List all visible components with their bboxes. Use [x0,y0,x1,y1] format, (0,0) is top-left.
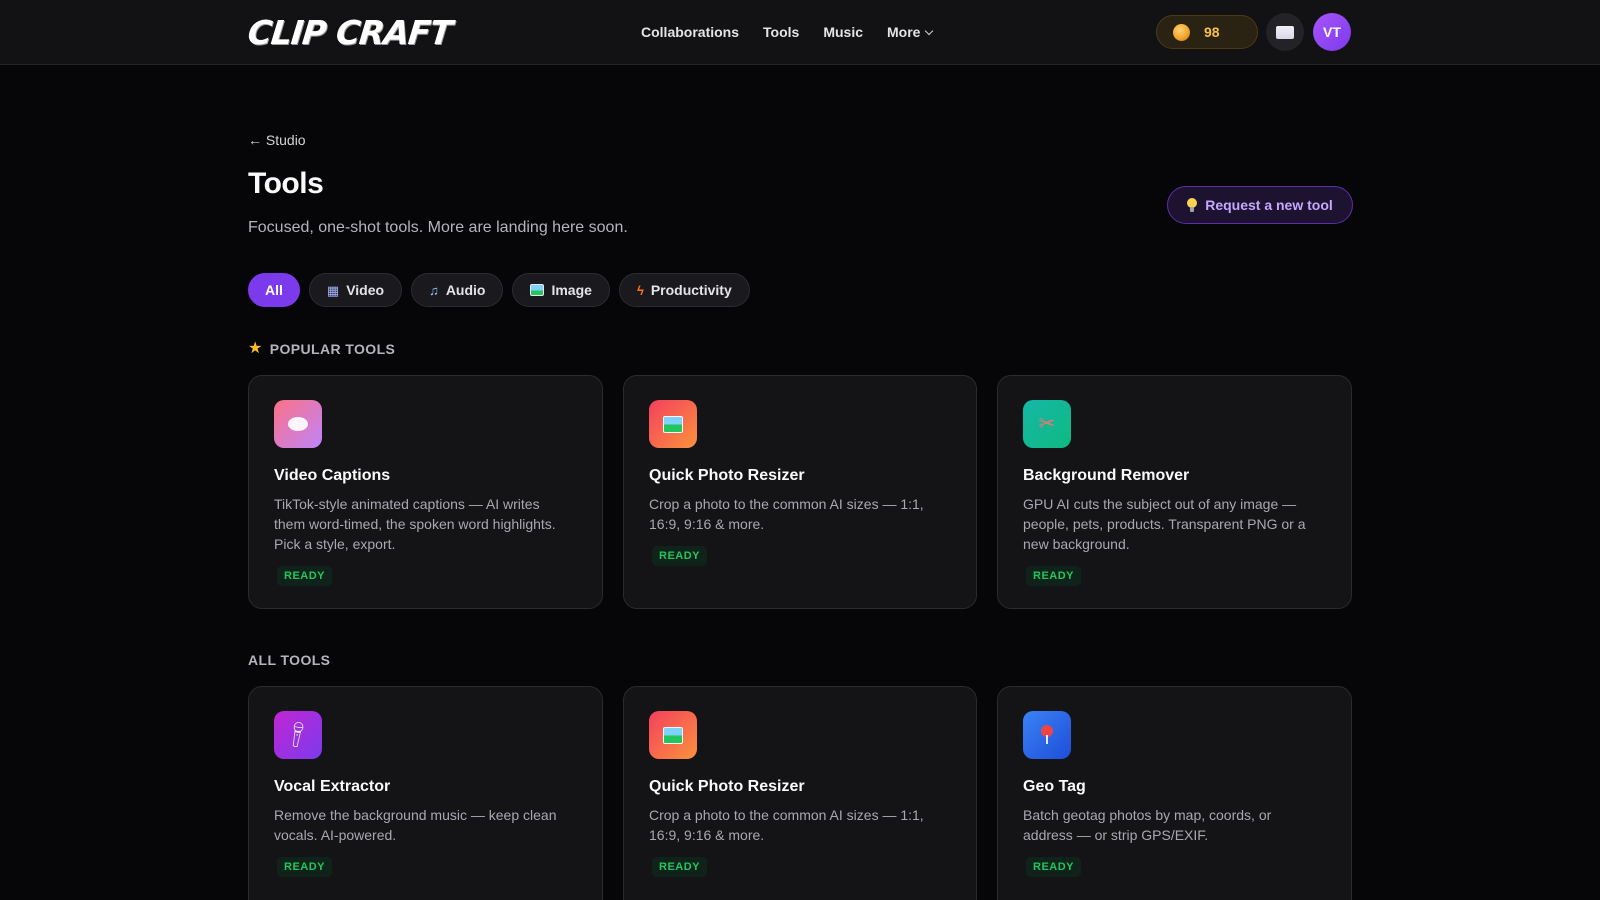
speech-bubble-icon [274,400,322,448]
tool-description: TikTok-style animated captions — AI writ… [274,496,556,552]
tool-card-geo-tag[interactable]: Geo Tag Batch geotag photos by map, coor… [997,686,1352,900]
main-nav: Collaborations Tools Music More [641,0,934,64]
all-tools-grid: 🎤︎ Vocal Extractor Remove the background… [248,686,1353,900]
top-navigation-bar: CLIP CRAFT Collaborations Tools Music Mo… [0,0,1600,65]
page-title: Tools [248,167,324,200]
status-badge: READY [652,857,708,877]
filter-audio-label: Audio [445,282,486,298]
music-note-icon: ♫ [429,282,439,298]
tool-title: Quick Photo Resizer [649,467,805,484]
photo-icon [649,711,697,759]
tool-title: Quick Photo Resizer [649,778,805,795]
map-pin-glyph [1040,725,1054,745]
filter-image[interactable]: Image [512,273,610,307]
popular-tools-title: POPULAR TOOLS [269,341,396,357]
tool-description: Remove the background music — keep clean… [274,807,557,843]
coin-count: 98 [1204,24,1220,40]
nav-tools[interactable]: Tools [763,24,799,40]
filter-productivity[interactable]: ϟ Productivity [618,273,750,307]
speech-bubble-glyph [288,417,308,431]
filter-all-label: All [265,282,283,298]
scissors-glyph: ✂ [1038,413,1056,435]
coin-balance-button[interactable]: 98 [1156,15,1258,49]
page-subtitle: Focused, one-shot tools. More are landin… [248,219,628,236]
messages-button[interactable] [1266,13,1304,51]
tool-title: Background Remover [1023,467,1190,484]
photo-icon [649,400,697,448]
tool-title: Video Captions [274,467,391,484]
request-new-tool-button[interactable]: Request a new tool [1167,186,1353,224]
map-pin-icon [1023,711,1071,759]
microphone-icon: 🎤︎ [274,711,322,759]
filter-image-label: Image [551,282,592,298]
tool-description: Crop a photo to the common AI sizes — 1:… [649,496,924,532]
tool-title: Vocal Extractor [274,778,391,795]
popular-tools-heading: ★ POPULAR TOOLS [248,340,396,358]
tool-card-quick-photo-resizer-2[interactable]: Quick Photo Resizer Crop a photo to the … [623,686,977,900]
filter-audio[interactable]: ♫ Audio [411,273,504,307]
chevron-down-icon [925,26,934,35]
nav-more[interactable]: More [887,24,934,40]
tool-description: GPU AI cuts the subject out of any image… [1023,496,1306,552]
photo-glyph [663,726,683,744]
tool-description: Crop a photo to the common AI sizes — 1:… [649,807,924,843]
nav-music[interactable]: Music [823,24,863,40]
all-tools-title: ALL TOOLS [248,652,331,668]
popular-tools-grid: Video Captions TikTok-style animated cap… [248,375,1353,609]
clipcraft-logo[interactable]: CLIP CRAFT [246,12,454,52]
star-icon: ★ [248,340,263,357]
filter-all[interactable]: All [248,273,300,307]
nav-more-label: More [887,24,921,40]
tool-card-video-captions[interactable]: Video Captions TikTok-style animated cap… [248,375,603,609]
filter-video[interactable]: ▦ Video [308,273,403,307]
microphone-glyph: 🎤︎ [281,718,315,752]
status-badge: READY [1026,566,1082,586]
request-new-tool-label: Request a new tool [1205,197,1333,213]
tool-card-background-remover[interactable]: ✂ Background Remover GPU AI cuts the sub… [997,375,1352,609]
clapper-icon: ▦ [326,282,340,298]
envelope-icon [1276,25,1294,39]
user-avatar[interactable]: VT [1313,13,1351,51]
tool-card-vocal-extractor[interactable]: 🎤︎ Vocal Extractor Remove the background… [248,686,603,900]
back-to-studio-link[interactable]: ← Studio [248,132,306,148]
filter-video-label: Video [346,282,385,298]
status-badge: READY [277,566,333,586]
status-badge: READY [277,857,333,877]
all-tools-heading: ALL TOOLS [248,652,330,668]
tool-card-quick-photo-resizer[interactable]: Quick Photo Resizer Crop a photo to the … [623,375,977,609]
lightning-icon: ϟ [636,282,644,298]
picture-icon [530,284,545,296]
coin-icon [1173,23,1190,41]
lightbulb-icon [1187,198,1198,212]
photo-glyph [663,415,683,433]
status-badge: READY [652,546,708,566]
tool-title: Geo Tag [1023,778,1086,795]
filter-productivity-label: Productivity [650,282,732,298]
nav-collaborations[interactable]: Collaborations [641,24,739,40]
status-badge: READY [1026,857,1082,877]
tool-description: Batch geotag photos by map, coords, or a… [1023,807,1272,843]
category-filters: All ▦ Video ♫ Audio Image ϟ Productivity [248,273,750,307]
scissors-icon: ✂ [1023,400,1071,448]
